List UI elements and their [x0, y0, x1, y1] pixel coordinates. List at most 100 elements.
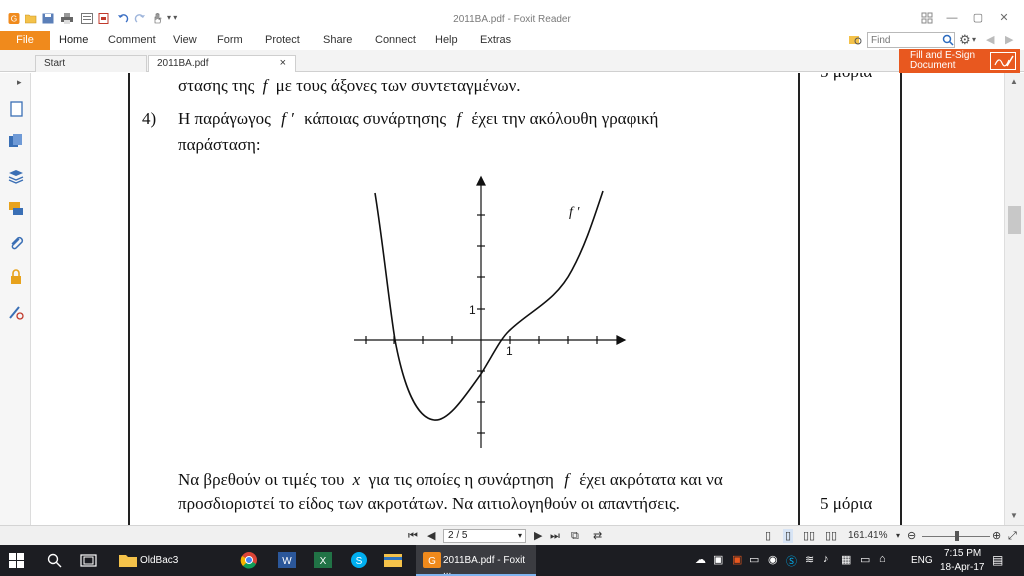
wifi-icon[interactable]: ≋ [805, 553, 814, 566]
tab-pdf-label: 2011BA.pdf [157, 58, 209, 69]
chrome-icon[interactable] [239, 551, 259, 569]
question-line-2: παράσταση: [178, 135, 261, 154]
menu-view[interactable]: View [173, 34, 197, 46]
question-line-1: Η παράγωγος f ′ κάποιας συνάρτησης f έχε… [178, 109, 659, 128]
storage-tray-icon[interactable]: ▣ [732, 553, 742, 566]
menu-home[interactable]: Home [59, 34, 88, 46]
continuous-facing-icon[interactable]: ▯▯ [825, 529, 837, 543]
signature-pen-icon [990, 52, 1016, 70]
menu-bar: File Home Comment View Form Protect Shar… [0, 31, 1024, 50]
fill-and-esign-button[interactable]: Fill and E-Sign Document [899, 49, 1020, 73]
battery-icon[interactable]: ▭ [860, 553, 870, 566]
volume-icon[interactable]: ♪ [823, 553, 829, 565]
menu-form[interactable]: Form [217, 34, 243, 46]
window-title: 2011BA.pdf - Foxit Reader [453, 14, 571, 25]
menu-protect[interactable]: Protect [265, 34, 300, 46]
ribbon-options-icon[interactable] [918, 11, 936, 25]
folder-icon [119, 555, 137, 567]
app-tray-icon[interactable]: ▣ [713, 553, 723, 566]
answer-line-1: Να βρεθούν οι τιμές του x για τις οποίες… [178, 470, 723, 489]
cloud-icon[interactable]: ☁ [695, 553, 706, 566]
zoom-out-icon[interactable]: ⊖ [907, 529, 916, 543]
zoom-dropdown-icon[interactable]: ▾ [896, 529, 900, 543]
excel-icon[interactable]: X [313, 551, 333, 569]
scroll-up-arrow-icon[interactable]: ▲ [1010, 77, 1018, 86]
minimize-button[interactable]: — [943, 11, 961, 25]
answer-line-2: προσδιοριστεί το είδος των ακροτάτων. Να… [178, 494, 680, 513]
layers-icon[interactable] [8, 168, 24, 184]
network-icon[interactable]: ▦ [841, 553, 851, 566]
clock-date[interactable]: 18-Apr-17 [940, 562, 984, 573]
facing-page-icon[interactable]: ▯▯ [803, 529, 815, 543]
folder-label: OldBac3 [140, 555, 179, 566]
taskbar-folder-oldbac3[interactable]: OldBac3 [110, 545, 230, 576]
points-bottom: 5 μόρια [820, 494, 873, 513]
search-icon[interactable] [942, 34, 954, 46]
rotate-view-icon[interactable]: ⧉ [571, 529, 579, 543]
skype-icon[interactable]: S [349, 551, 369, 569]
first-page-icon[interactable]: ⏮ [408, 529, 418, 543]
curve-label: f ′ [569, 205, 580, 220]
menu-extras[interactable]: Extras [480, 34, 511, 46]
action-center-icon[interactable]: ▤ [992, 553, 1003, 567]
language-indicator[interactable]: ENG [911, 555, 933, 566]
task-view-icon[interactable] [80, 553, 97, 568]
menu-comment[interactable]: Comment [108, 34, 156, 46]
zoom-in-icon[interactable]: ⊕ [992, 529, 1001, 543]
close-tab-icon[interactable]: × [280, 57, 286, 69]
word-icon[interactable]: W [277, 551, 297, 569]
search-icon[interactable] [47, 553, 62, 568]
security-lock-icon[interactable] [8, 269, 24, 285]
title-bar: G ▾ ▾ 2011BA.pdf - Foxit Reader — ▢ ✕ [0, 0, 1024, 31]
tab-start[interactable]: Start [35, 55, 147, 72]
close-button[interactable]: ✕ [995, 11, 1013, 25]
page-number-value: 2 / 5 [448, 530, 468, 541]
document-view[interactable]: στασης της f με τους άξονες των συντεταγ… [31, 73, 1004, 525]
points-top: 5 μόρια [820, 73, 872, 82]
item-number: 4) [142, 109, 157, 128]
skype-tray-icon[interactable]: Ⓢ [786, 553, 797, 569]
zoom-slider-thumb[interactable] [955, 531, 959, 541]
file-menu[interactable]: File [0, 31, 50, 50]
fullscreen-icon[interactable]: ⤢ [1008, 529, 1017, 543]
foxit-reader-window: G ▾ ▾ 2011BA.pdf - Foxit Reader — ▢ ✕ Fi… [0, 0, 1024, 576]
display-tray-icon[interactable]: ▭ [749, 553, 759, 566]
single-page-icon[interactable]: ▯ [765, 529, 771, 543]
continuous-page-icon[interactable]: ▯ [783, 529, 794, 543]
menu-help[interactable]: Help [435, 34, 458, 46]
find-options-icon[interactable] [849, 34, 863, 47]
page-number-select[interactable]: 2 / 5 ▾ [443, 529, 526, 543]
tab-2011ba-pdf[interactable]: 2011BA.pdf × [148, 55, 296, 72]
menu-connect[interactable]: Connect [375, 34, 416, 46]
gear-dropdown-icon[interactable]: ▾ [972, 35, 976, 44]
svg-text:S: S [356, 556, 363, 567]
scroll-thumb[interactable] [1008, 206, 1021, 234]
signatures-icon[interactable] [8, 304, 24, 320]
menu-share[interactable]: Share [323, 34, 352, 46]
comments-icon[interactable] [8, 201, 24, 217]
page-thumbnails-icon[interactable] [8, 101, 24, 117]
svg-text:G: G [428, 556, 436, 567]
expand-panel-icon[interactable]: ▸ [17, 77, 22, 88]
windows-start-icon[interactable] [9, 553, 24, 568]
attachments-icon[interactable] [8, 235, 24, 251]
zoom-level[interactable]: 161.41% [848, 529, 887, 543]
previous-view-icon[interactable]: ⇄ [593, 529, 602, 543]
prev-result-icon[interactable]: ◀ [986, 33, 994, 46]
chrome-tray-icon[interactable]: ◉ [768, 553, 778, 566]
maximize-button[interactable]: ▢ [969, 11, 987, 25]
svg-text:X: X [320, 556, 327, 567]
last-page-icon[interactable]: ⏭ [550, 529, 560, 543]
gear-icon[interactable]: ⚙ [959, 32, 971, 48]
clock-time[interactable]: 7:15 PM [944, 548, 981, 559]
table-border-right [900, 73, 902, 525]
scroll-down-arrow-icon[interactable]: ▼ [1010, 511, 1018, 520]
prev-page-icon[interactable]: ◀ [427, 529, 435, 543]
pages-icon[interactable] [8, 133, 24, 149]
file-explorer-icon[interactable] [383, 551, 403, 569]
next-page-icon[interactable]: ▶ [534, 529, 542, 543]
notification-tray-icon[interactable]: ⌂ [879, 553, 886, 565]
next-result-icon[interactable]: ▶ [1005, 33, 1013, 46]
vertical-scrollbar[interactable]: ▲ ▼ [1004, 73, 1024, 525]
taskbar-foxit-active[interactable]: G 2011BA.pdf - Foxit ... [416, 545, 536, 576]
